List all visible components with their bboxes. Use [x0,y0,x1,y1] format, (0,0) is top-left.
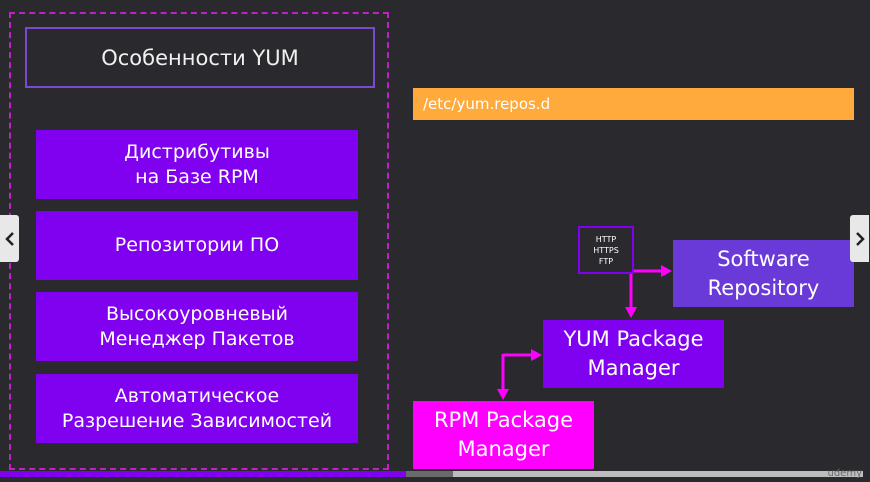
next-slide-button[interactable] [850,215,869,262]
udemy-watermark: udemy [827,468,863,479]
arrowhead-yum [625,307,637,318]
arrowhead-yum-left [531,349,542,361]
protocols-box: HTTP HTTPS FTP [578,226,634,274]
previous-slide-button[interactable] [0,215,19,262]
protocol-ftp: FTP [598,256,614,266]
arrowhead-rpm [497,389,509,400]
protocol-https: HTTPS [593,245,619,255]
chevron-right-icon [855,231,865,246]
rpm-package-manager-box: RPM Package Manager [413,401,594,469]
chevron-left-icon [4,231,14,246]
protocol-http: HTTP [595,234,617,244]
yum-package-manager-box: YUM Package Manager [543,320,724,388]
progress-buffered [406,471,453,477]
video-progress-bar[interactable] [0,471,863,477]
software-repository-box: Software Repository [673,240,854,307]
progress-played [0,471,406,477]
arrowhead-software-repository [661,265,672,277]
